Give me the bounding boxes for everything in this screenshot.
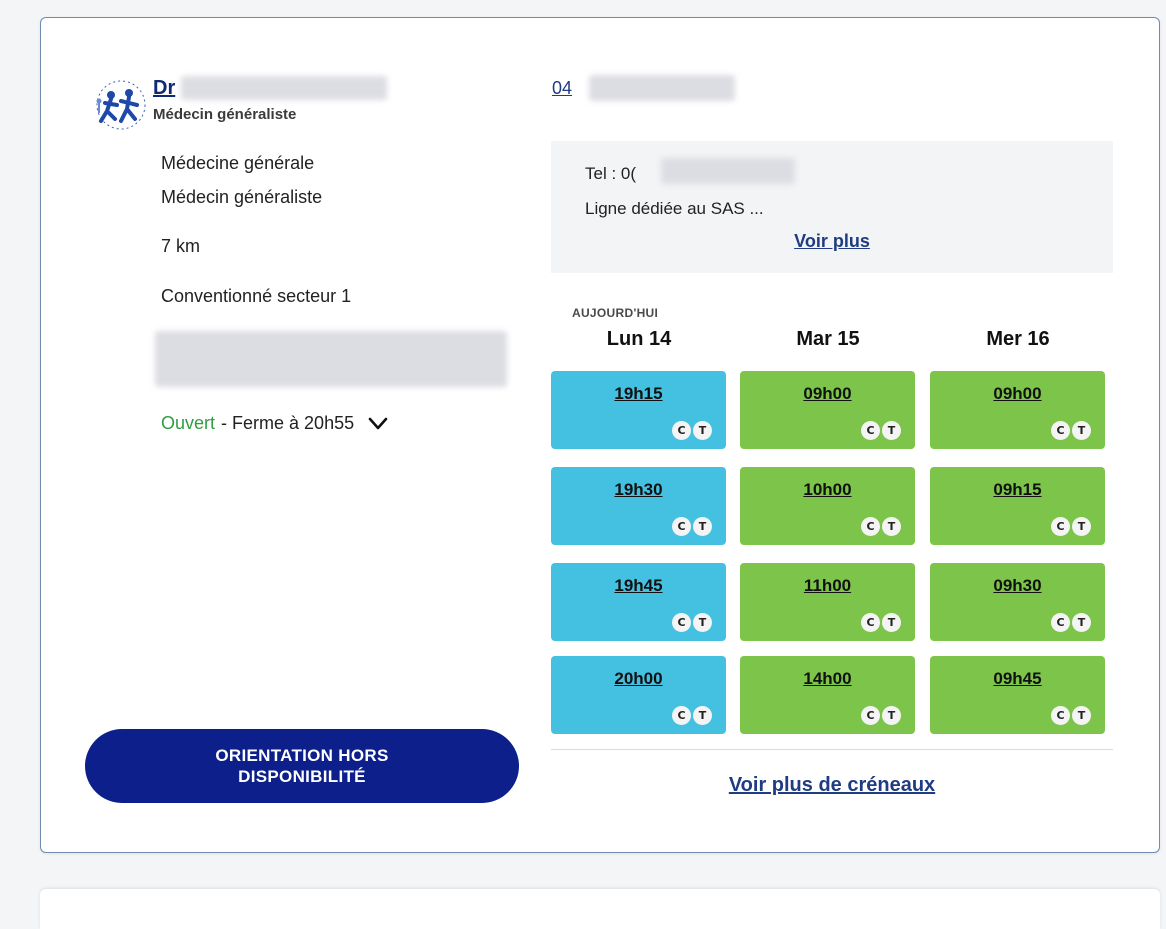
teleconsultation-badge: T bbox=[693, 706, 712, 725]
slot-badges: CT bbox=[672, 421, 712, 440]
time-slot[interactable]: 20h00 C T bbox=[551, 656, 726, 734]
slot-badges: CT bbox=[1051, 706, 1091, 725]
slot-badges: CT bbox=[861, 613, 901, 632]
slot-badges: CT bbox=[1051, 517, 1091, 536]
teleconsultation-badge: T bbox=[1072, 706, 1091, 725]
cabinet-badge: C bbox=[1051, 706, 1070, 725]
slot-badges: CT bbox=[861, 517, 901, 536]
doctor-card: Dr Médecin généraliste Médecine générale… bbox=[40, 17, 1160, 853]
cabinet-badge: C bbox=[672, 517, 691, 536]
slot-badges: CT bbox=[672, 517, 712, 536]
slot-badges: CT bbox=[1051, 613, 1091, 632]
more-slots-link[interactable]: Voir plus de créneaux bbox=[551, 774, 1113, 797]
time-slot[interactable]: 09h00 C T bbox=[930, 371, 1105, 449]
slot-time: 09h30 bbox=[993, 576, 1042, 595]
slot-badges: CT bbox=[672, 613, 712, 632]
voir-plus-link[interactable]: Voir plus bbox=[551, 231, 1113, 252]
divider bbox=[551, 749, 1113, 750]
convention-text: Conventionné secteur 1 bbox=[161, 286, 352, 306]
slot-time: 19h30 bbox=[614, 480, 663, 499]
cabinet-badge: C bbox=[672, 421, 691, 440]
slot-time: 19h45 bbox=[614, 576, 663, 595]
phone-link[interactable]: 04 bbox=[552, 78, 572, 99]
cabinet-badge: C bbox=[672, 613, 691, 632]
time-slot[interactable]: 19h45 C T bbox=[551, 563, 726, 641]
slot-time: 09h00 bbox=[993, 384, 1042, 403]
time-slot[interactable]: 09h30 C T bbox=[930, 563, 1105, 641]
distance-text: 7 km bbox=[161, 236, 201, 256]
note-text: Ligne dédiée au SAS ... bbox=[585, 199, 764, 218]
cabinet-badge: C bbox=[861, 706, 880, 725]
teleconsultation-badge: T bbox=[693, 517, 712, 536]
today-label: AUJOURD'HUI bbox=[572, 306, 659, 320]
teleconsultation-badge: T bbox=[693, 421, 712, 440]
slot-time: 20h00 bbox=[614, 669, 663, 688]
slot-badges: CT bbox=[672, 706, 712, 725]
cabinet-badge: C bbox=[672, 706, 691, 725]
slot-badges: CT bbox=[861, 421, 901, 440]
redacted-address bbox=[155, 331, 507, 387]
slot-badges: CT bbox=[861, 706, 901, 725]
teleconsultation-badge: T bbox=[882, 517, 901, 536]
teleconsultation-badge: T bbox=[882, 706, 901, 725]
slot-time: 09h45 bbox=[993, 669, 1042, 688]
time-slot[interactable]: 09h15 C T bbox=[930, 467, 1105, 545]
cabinet-badge: C bbox=[1051, 421, 1070, 440]
slot-time: 10h00 bbox=[803, 480, 852, 499]
slot-time: 19h15 bbox=[614, 384, 663, 403]
logo-icon bbox=[96, 80, 146, 130]
time-slot[interactable]: 14h00 C T bbox=[740, 656, 915, 734]
cabinet-badge: C bbox=[1051, 517, 1070, 536]
opening-status: Ouvert - Ferme à 20h55 bbox=[161, 413, 388, 434]
cabinet-badge: C bbox=[861, 421, 880, 440]
slot-time: 14h00 bbox=[803, 669, 852, 688]
time-slot[interactable]: 19h30 C T bbox=[551, 467, 726, 545]
next-doctor-card bbox=[40, 889, 1160, 929]
time-slot[interactable]: 11h00 C T bbox=[740, 563, 915, 641]
slot-badges: CT bbox=[1051, 421, 1091, 440]
time-slot[interactable]: 09h00 C T bbox=[740, 371, 915, 449]
chevron-down-icon[interactable] bbox=[368, 417, 388, 431]
cabinet-badge: C bbox=[1051, 613, 1070, 632]
teleconsultation-badge: T bbox=[1072, 421, 1091, 440]
redacted-doctor-name bbox=[181, 76, 387, 100]
day-header-1: Mar 15 bbox=[796, 328, 860, 350]
slot-time: 09h15 bbox=[993, 480, 1042, 499]
teleconsultation-badge: T bbox=[1072, 517, 1091, 536]
slot-time: 11h00 bbox=[803, 576, 852, 595]
note-tel: Tel : 0( bbox=[585, 164, 637, 183]
contact-note: Tel : 0( Ligne dédiée au SAS ... Voir pl… bbox=[551, 141, 1113, 273]
cabinet-badge: C bbox=[861, 613, 880, 632]
orientation-button[interactable]: ORIENTATION HORS DISPONIBILITÉ bbox=[85, 729, 519, 803]
time-slot[interactable]: 09h45 C T bbox=[930, 656, 1105, 734]
profession-text: Médecin généraliste bbox=[161, 187, 323, 207]
redacted-note-phone bbox=[661, 158, 795, 184]
cabinet-badge: C bbox=[861, 517, 880, 536]
status-close-time: - Ferme à 20h55 bbox=[221, 413, 355, 433]
teleconsultation-badge: T bbox=[882, 421, 901, 440]
doctor-specialty: Médecin généraliste bbox=[153, 106, 297, 123]
redacted-phone bbox=[589, 75, 735, 101]
teleconsultation-badge: T bbox=[882, 613, 901, 632]
day-header-0: Lun 14 bbox=[606, 328, 672, 350]
discipline-text: Médecine générale bbox=[161, 153, 315, 173]
day-header-2: Mer 16 bbox=[986, 328, 1050, 350]
teleconsultation-badge: T bbox=[1072, 613, 1091, 632]
doctor-name-link[interactable]: Dr bbox=[153, 77, 175, 100]
phone-prefix: 04 bbox=[552, 78, 573, 98]
slot-time: 09h00 bbox=[803, 384, 852, 403]
status-open: Ouvert bbox=[161, 413, 216, 433]
time-slot[interactable]: 10h00 C T bbox=[740, 467, 915, 545]
teleconsultation-badge: T bbox=[693, 613, 712, 632]
doctor-title-prefix: Dr bbox=[153, 77, 176, 99]
time-slot[interactable]: 19h15 C T bbox=[551, 371, 726, 449]
